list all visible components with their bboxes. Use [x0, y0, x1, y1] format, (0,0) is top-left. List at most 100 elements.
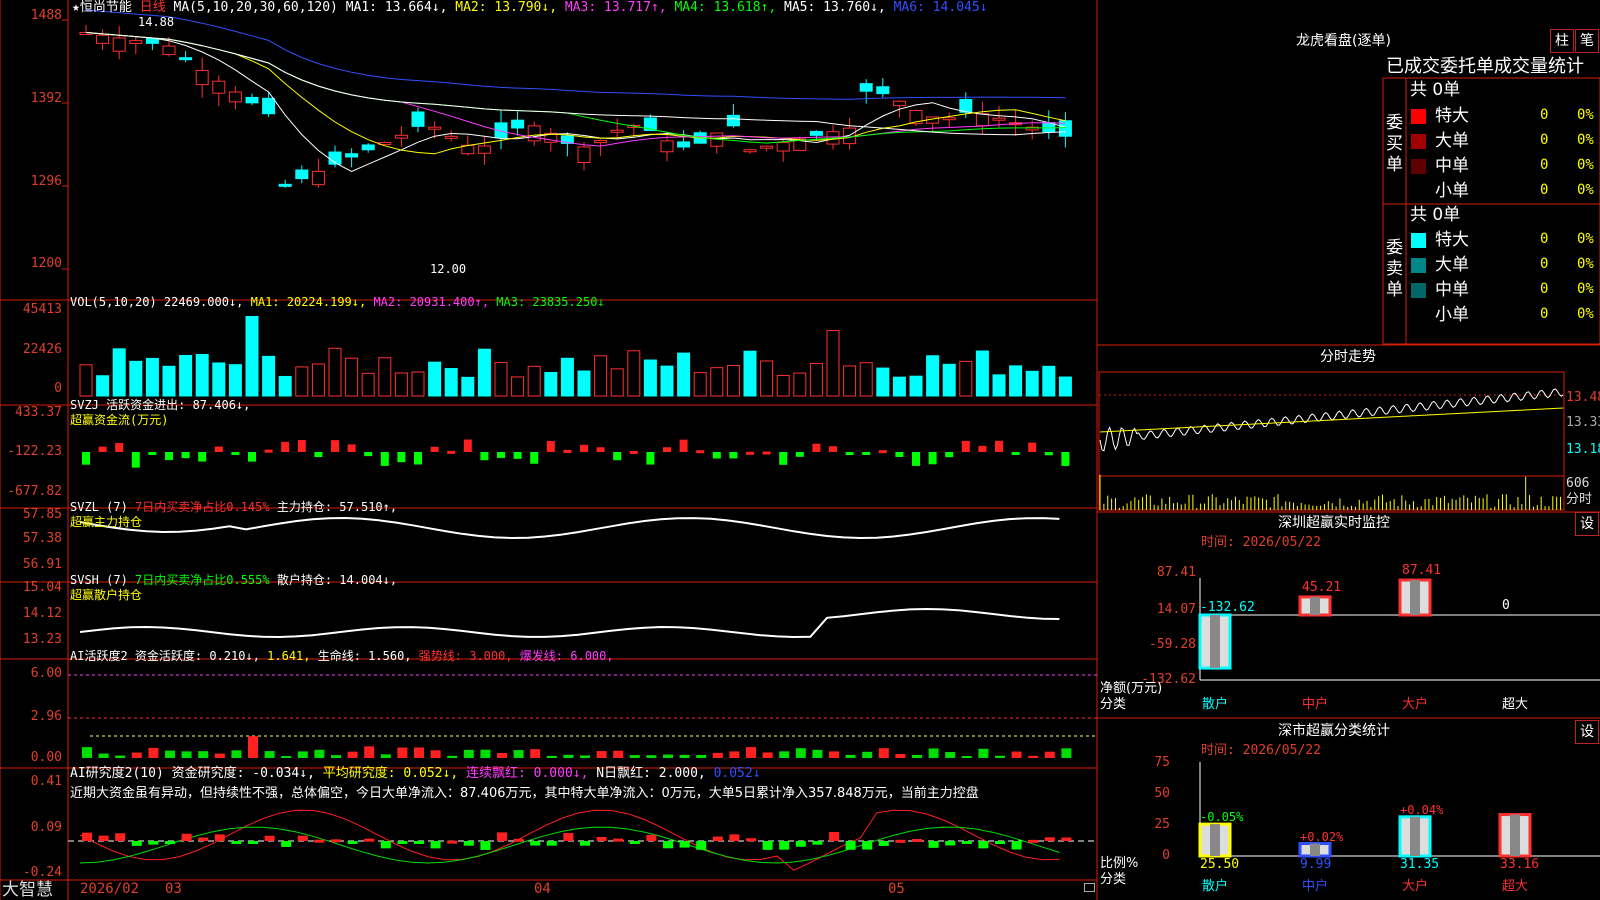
order-size-label: 大单: [1435, 255, 1469, 275]
order-color-swatch: [1411, 134, 1426, 149]
ai-active-legend-item: 资金活跃度: 0.210↓,: [134, 649, 268, 663]
buy-order-label: 委买单: [1386, 113, 1403, 175]
ma-line: [85, 32, 1066, 147]
volume-bar: [975, 350, 989, 397]
svsh-legend-item: 7日内买卖净占比0.555%: [135, 573, 277, 587]
volume-bar: [511, 376, 525, 397]
candle-body: [876, 86, 890, 95]
activity-bar: [1011, 751, 1022, 758]
fund-flow-bar: [198, 452, 207, 462]
research-bar: [131, 841, 142, 846]
candle-body: [311, 170, 325, 186]
dragon-tabs[interactable]: 已成交委托单成交量统计: [1386, 56, 1584, 78]
fund-flow-bar: [414, 452, 422, 465]
activity-bar: [480, 749, 491, 758]
retail-line: [79, 607, 1060, 639]
research-bar: [912, 839, 922, 843]
favorite-star-icon[interactable]: ★: [72, 0, 80, 15]
fund-flow-bar: [430, 446, 439, 452]
research-bar: [1028, 839, 1039, 843]
ma-legend-item: MA5: 13.760↓,: [784, 0, 894, 15]
volume-bar: [162, 365, 176, 397]
bar-mode-button[interactable]: 柱: [1550, 29, 1574, 53]
volume-bar: [262, 355, 276, 397]
research-bar: [995, 841, 1005, 844]
classify-bar-shade: [1410, 816, 1420, 856]
fund-flow-bar: [347, 444, 356, 452]
monitor-bar-shade: [1310, 596, 1320, 615]
volume-bar: [909, 375, 923, 397]
classify-delta: +0.04%: [1400, 802, 1444, 817]
research-bar: [347, 841, 358, 844]
candle-body: [411, 111, 425, 127]
fund-flow-bar: [214, 446, 223, 452]
activity-bar: [414, 747, 424, 758]
volume-bar: [1058, 376, 1072, 397]
research-bar: [546, 841, 557, 846]
research-bar: [1061, 837, 1072, 841]
research-bar: [646, 834, 657, 841]
ai-active-axis-label: 0.00: [30, 750, 62, 765]
activity-bar: [596, 751, 607, 758]
order-color-swatch: [1411, 258, 1426, 273]
stock-name[interactable]: 恒尚节能: [80, 0, 132, 15]
classify-bar-value: 31.35: [1400, 857, 1440, 872]
volume-bar: [96, 375, 110, 397]
activity-bar: [1028, 755, 1039, 758]
price-axis-label: 1296: [30, 174, 62, 189]
research-bar: [961, 841, 972, 844]
ma-legend-item: MA6: 14.045↓: [893, 0, 988, 15]
volume-axis-label: 22426: [22, 342, 62, 357]
monitor-settings-button[interactable]: 设: [1575, 512, 1599, 536]
monitor-category-label: 超大: [1502, 697, 1529, 712]
fund-flow-bar: [928, 452, 937, 465]
candle-body: [760, 145, 774, 149]
fund-flow-bar: [613, 452, 622, 461]
activity-bar: [895, 753, 906, 758]
volume-bar: [129, 360, 143, 397]
order-size-label: 特大: [1435, 230, 1469, 250]
volume-axis-label: 0: [54, 381, 62, 396]
svsh-axis-label: 14.12: [22, 606, 62, 621]
candle-body: [195, 69, 209, 86]
fund-flow-bar: [596, 447, 605, 452]
svzl-axis-label: 57.38: [22, 531, 62, 546]
volume-bar: [195, 354, 209, 397]
activity-bar: [646, 755, 657, 758]
main-chart-canvas[interactable]: [0, 0, 1600, 900]
activity-bar: [231, 750, 242, 758]
research-bar: [198, 837, 209, 841]
research-bar: [862, 841, 873, 850]
activity-bar: [613, 750, 624, 758]
volume-bar: [760, 360, 774, 397]
price-axis-label: 1488: [30, 8, 62, 23]
volume-bar: [361, 372, 375, 397]
activity-bar: [463, 749, 474, 758]
period-label[interactable]: 日线: [140, 0, 166, 15]
activity-bar: [98, 753, 109, 758]
fund-flow-bar: [530, 452, 539, 464]
fund-flow-bar: [248, 452, 256, 462]
activity-bar: [679, 754, 690, 758]
activity-bar: [430, 750, 441, 758]
monitor-axis-label: -59.28: [1149, 637, 1196, 652]
tick-mode-button[interactable]: 笔: [1575, 29, 1599, 53]
candle-body: [776, 142, 790, 152]
ma-legend-item: MA3: 13.717↑,: [564, 0, 675, 15]
research-bar: [530, 841, 541, 846]
candle-body: [129, 40, 143, 44]
fund-flow-bar: [978, 445, 987, 452]
classify-axis-label: 25: [1154, 817, 1170, 832]
activity-bar: [580, 755, 590, 758]
volume-bar: [179, 354, 193, 397]
svzl-legend-item: 主力持仓: 57.510↑,: [276, 500, 398, 514]
candle-body: [245, 96, 259, 104]
volume-bar: [461, 376, 475, 397]
activity-bar: [912, 754, 922, 758]
activity-bar: [1061, 748, 1072, 758]
lock-icon[interactable]: [1084, 883, 1095, 892]
order-count: 0: [1540, 182, 1549, 198]
svsh-axis-label: 15.04: [22, 580, 62, 595]
research-bar: [878, 841, 889, 846]
classify-settings-button[interactable]: 设: [1575, 720, 1599, 744]
